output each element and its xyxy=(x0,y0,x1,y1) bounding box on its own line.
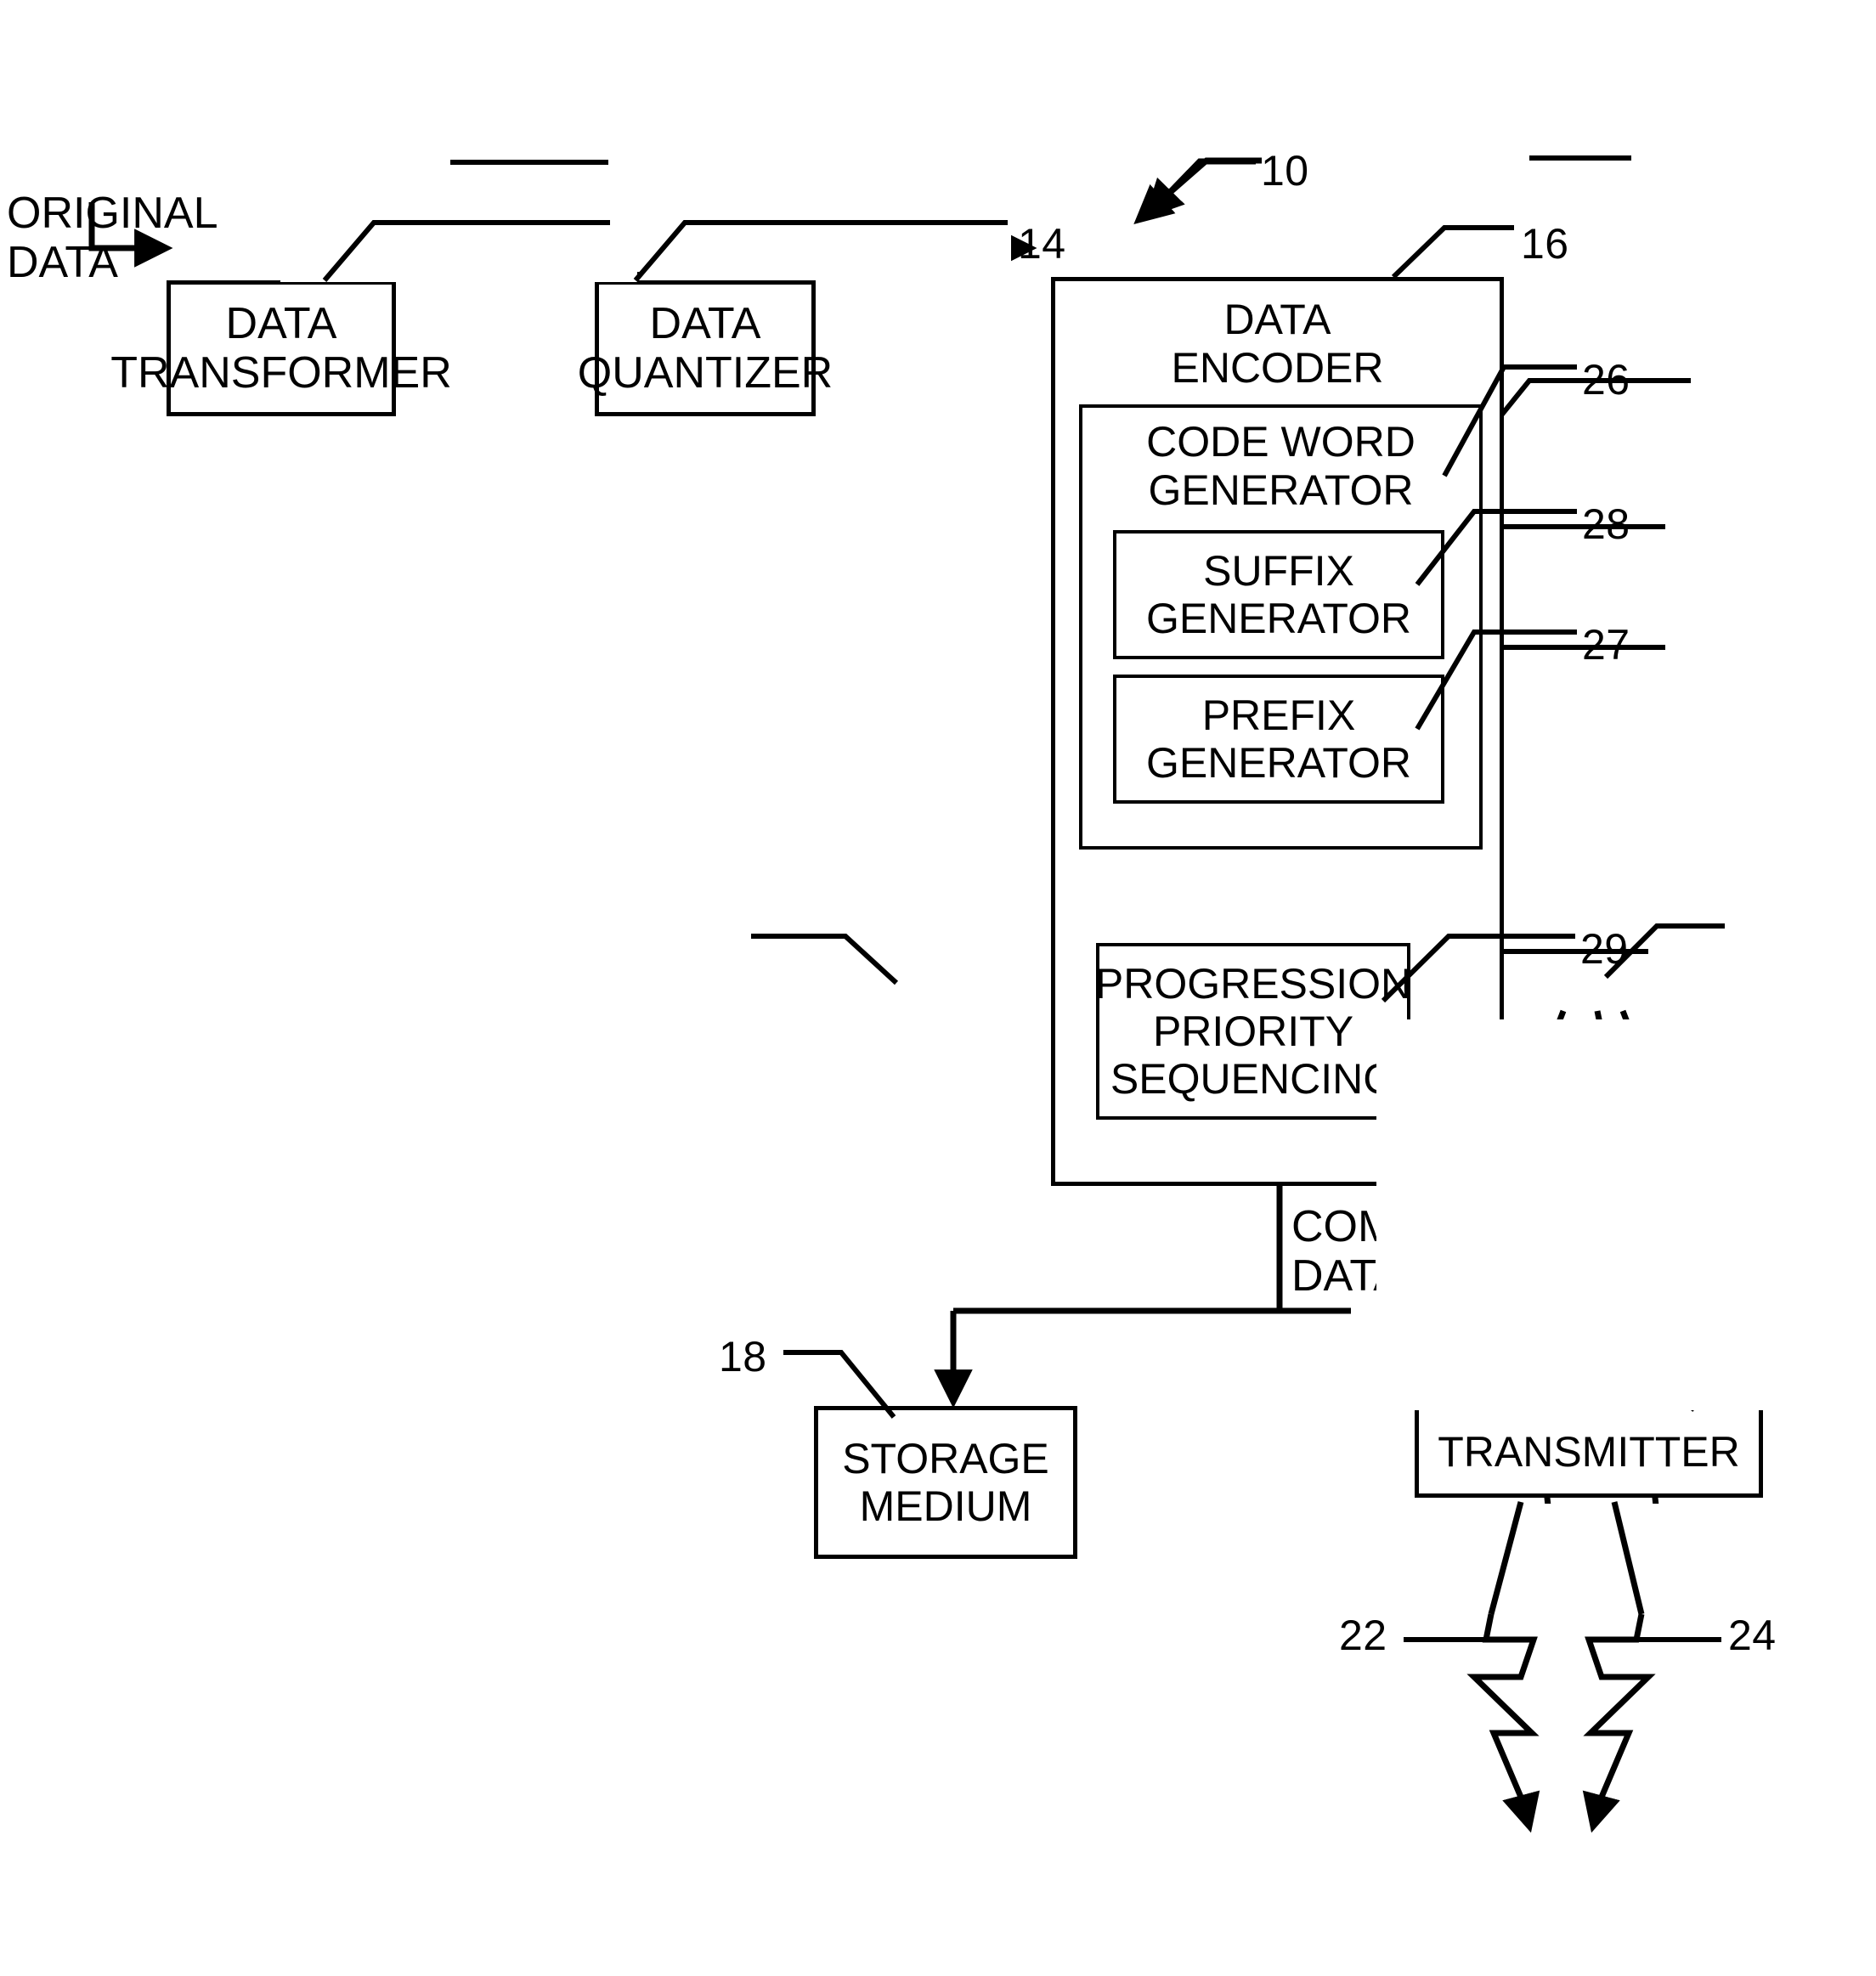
compressed-data-label: COMPRESSED DATA xyxy=(1291,1202,1606,1301)
transmitter-lead-left xyxy=(1517,1009,1567,1123)
leader-18 xyxy=(751,934,899,985)
progression-priority-sequencing-block[interactable]: PROGRESSION PRIORITY SEQUENCING xyxy=(1094,943,1412,1120)
bolt-right-arrowhead xyxy=(1597,1290,1636,1332)
lightning-bolt-24-head xyxy=(1582,1790,1620,1833)
prefix-generator-label: PREFIX GENERATOR xyxy=(1145,692,1412,787)
storage-medium-block[interactable]: STORAGE MEDIUM xyxy=(814,1406,1077,1559)
original-data-label: ORIGINAL DATA xyxy=(7,189,218,288)
transmit-bolt-24-head xyxy=(1589,1371,1628,1413)
transmit-tail-22 xyxy=(1488,1501,1524,1615)
ref-numeral-18: 18 xyxy=(719,1333,767,1380)
ref-numeral-28: 28 xyxy=(1582,500,1630,548)
transmitter-tail-right xyxy=(1594,1010,1618,1097)
suffix-generator-label: SUFFIX GENERATOR xyxy=(1145,547,1412,642)
transmitter-block[interactable]: TRANSMITTER xyxy=(1415,1406,1763,1498)
transmitter-label: TRANSMITTER xyxy=(1438,1428,1740,1476)
storage-medium-label: STORAGE MEDIUM xyxy=(842,1435,1049,1530)
suffix-generator-block[interactable]: SUFFIX GENERATOR xyxy=(1113,530,1444,659)
ref-numeral-16: 16 xyxy=(1521,220,1569,268)
ref-numeral-10: 10 xyxy=(1261,147,1309,195)
ref-numeral-27: 27 xyxy=(1582,621,1630,669)
figure-canvas: ORIGINAL DATA DATA TRANSFORMER DATA QUAN… xyxy=(0,0,1876,1976)
ref-numeral-12: 12 xyxy=(618,220,666,268)
ref-numeral-29: 29 xyxy=(1580,925,1629,973)
ref-numeral-24-top: 24 xyxy=(1728,1612,1777,1659)
transmitter-lead-right xyxy=(1619,1009,1669,1123)
system-ref-pointer xyxy=(1133,157,1262,224)
ref-leader-14 xyxy=(633,220,1008,282)
data-quantizer-label: DATA QUANTIZER xyxy=(577,298,833,398)
bolt-left-arrowhead xyxy=(1502,1290,1541,1332)
lightning-bolt-24 xyxy=(1583,1613,1656,1803)
code-word-generator-label: CODE WORD GENERATOR xyxy=(1146,418,1415,514)
data-encoder-label: DATA ENCODER xyxy=(1171,296,1384,392)
bolt-22-head xyxy=(1509,1324,1547,1366)
leader-12-b xyxy=(329,223,873,282)
ref-numeral-14: 14 xyxy=(1018,220,1066,268)
ref-leader-16 xyxy=(1391,225,1514,279)
bolt-24-head xyxy=(1615,1324,1653,1366)
transmit-bolt-22-head xyxy=(1514,1371,1553,1413)
ref-numeral-22-top: 22 xyxy=(1339,1612,1387,1659)
progression-priority-sequencing-label: PROGRESSION PRIORITY SEQUENCING xyxy=(1094,960,1412,1103)
prefix-generator-block[interactable]: PREFIX GENERATOR xyxy=(1113,675,1444,804)
leader-16 xyxy=(1396,155,1631,194)
lightning-bolt-22 xyxy=(1466,1613,1540,1803)
transmit-tail-24 xyxy=(1611,1501,1645,1615)
data-quantizer-block[interactable]: DATA QUANTIZER xyxy=(578,280,833,416)
data-transformer-label: DATA TRANSFORMER xyxy=(110,298,452,398)
leader-14 xyxy=(628,223,890,282)
ref-numeral-20: 20 xyxy=(1752,1328,1800,1375)
lightning-bolt-22-head xyxy=(1502,1790,1540,1833)
ref-pointer-10 xyxy=(1144,158,1256,219)
ref-leader-12 xyxy=(322,220,610,282)
ref-numeral-26: 26 xyxy=(1582,356,1630,404)
data-transformer-block[interactable]: DATA TRANSFORMER xyxy=(110,280,452,416)
